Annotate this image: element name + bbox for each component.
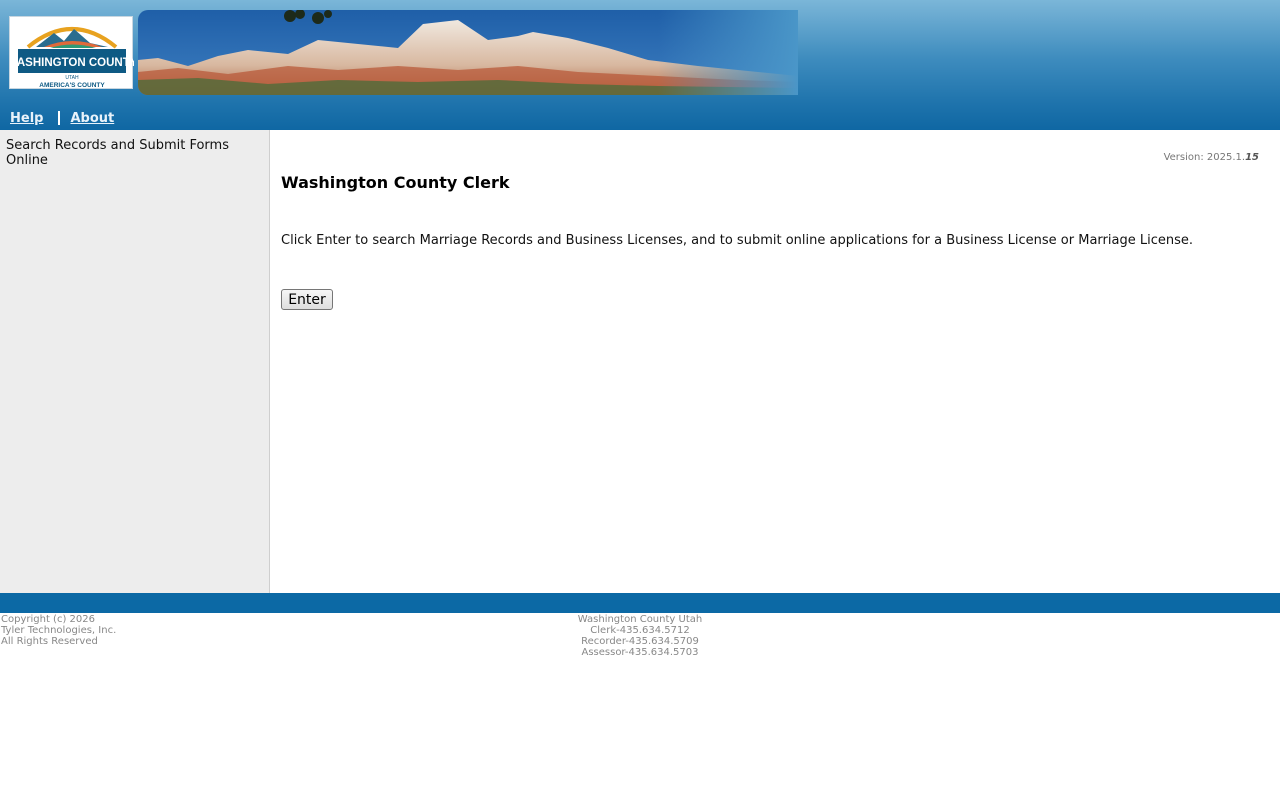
county-logo-graphic: WASHINGTON COUNTY UTAH AMERICA'S COUNTY <box>10 27 134 89</box>
company-line: Tyler Technologies, Inc. <box>1 625 117 636</box>
assessor-phone: Assessor-435.634.5703 <box>581 647 699 658</box>
page-header: WASHINGTON COUNTY UTAH AMERICA'S COUNTY <box>0 0 1280 130</box>
footer-copyright: Copyright (c) 2026 Tyler Technologies, I… <box>1 614 116 647</box>
logo-tagline-text: AMERICA'S COUNTY <box>39 82 105 89</box>
intro-text: Click Enter to search Marriage Records a… <box>281 233 1193 248</box>
page-title: Washington County Clerk <box>281 173 510 192</box>
county-name-line: Washington County Utah <box>577 614 703 625</box>
recorder-phone: Recorder-435.634.5709 <box>581 636 699 647</box>
copyright-line: Copyright (c) 2026 <box>1 614 95 625</box>
clerk-phone: Clerk-435.634.5712 <box>590 625 690 636</box>
footer-contacts: Washington County Utah Clerk-435.634.571… <box>540 614 740 658</box>
nav-separator <box>58 111 61 125</box>
version-label: Version: 2025.1.15 <box>1164 152 1259 163</box>
header-nav: Help About <box>10 110 114 126</box>
footer-bar <box>0 593 1280 613</box>
sidebar: Search Records and Submit Forms Online <box>0 130 270 593</box>
sidebar-description: Search Records and Submit Forms Online <box>6 138 229 168</box>
main-content: Version: 2025.1.15 Washington County Cle… <box>270 130 1280 593</box>
header-banner-image <box>138 10 798 95</box>
version-build: 15 <box>1245 152 1259 163</box>
logo-state-text: UTAH <box>65 75 79 81</box>
rights-line: All Rights Reserved <box>1 636 98 647</box>
version-prefix: Version: 2025.1. <box>1163 152 1246 163</box>
enter-button[interactable]: Enter <box>281 289 333 310</box>
county-logo[interactable]: WASHINGTON COUNTY UTAH AMERICA'S COUNTY <box>9 16 134 89</box>
about-link[interactable]: About <box>70 111 114 126</box>
help-link[interactable]: Help <box>10 111 43 126</box>
logo-name-text: WASHINGTON COUNTY <box>10 57 134 69</box>
